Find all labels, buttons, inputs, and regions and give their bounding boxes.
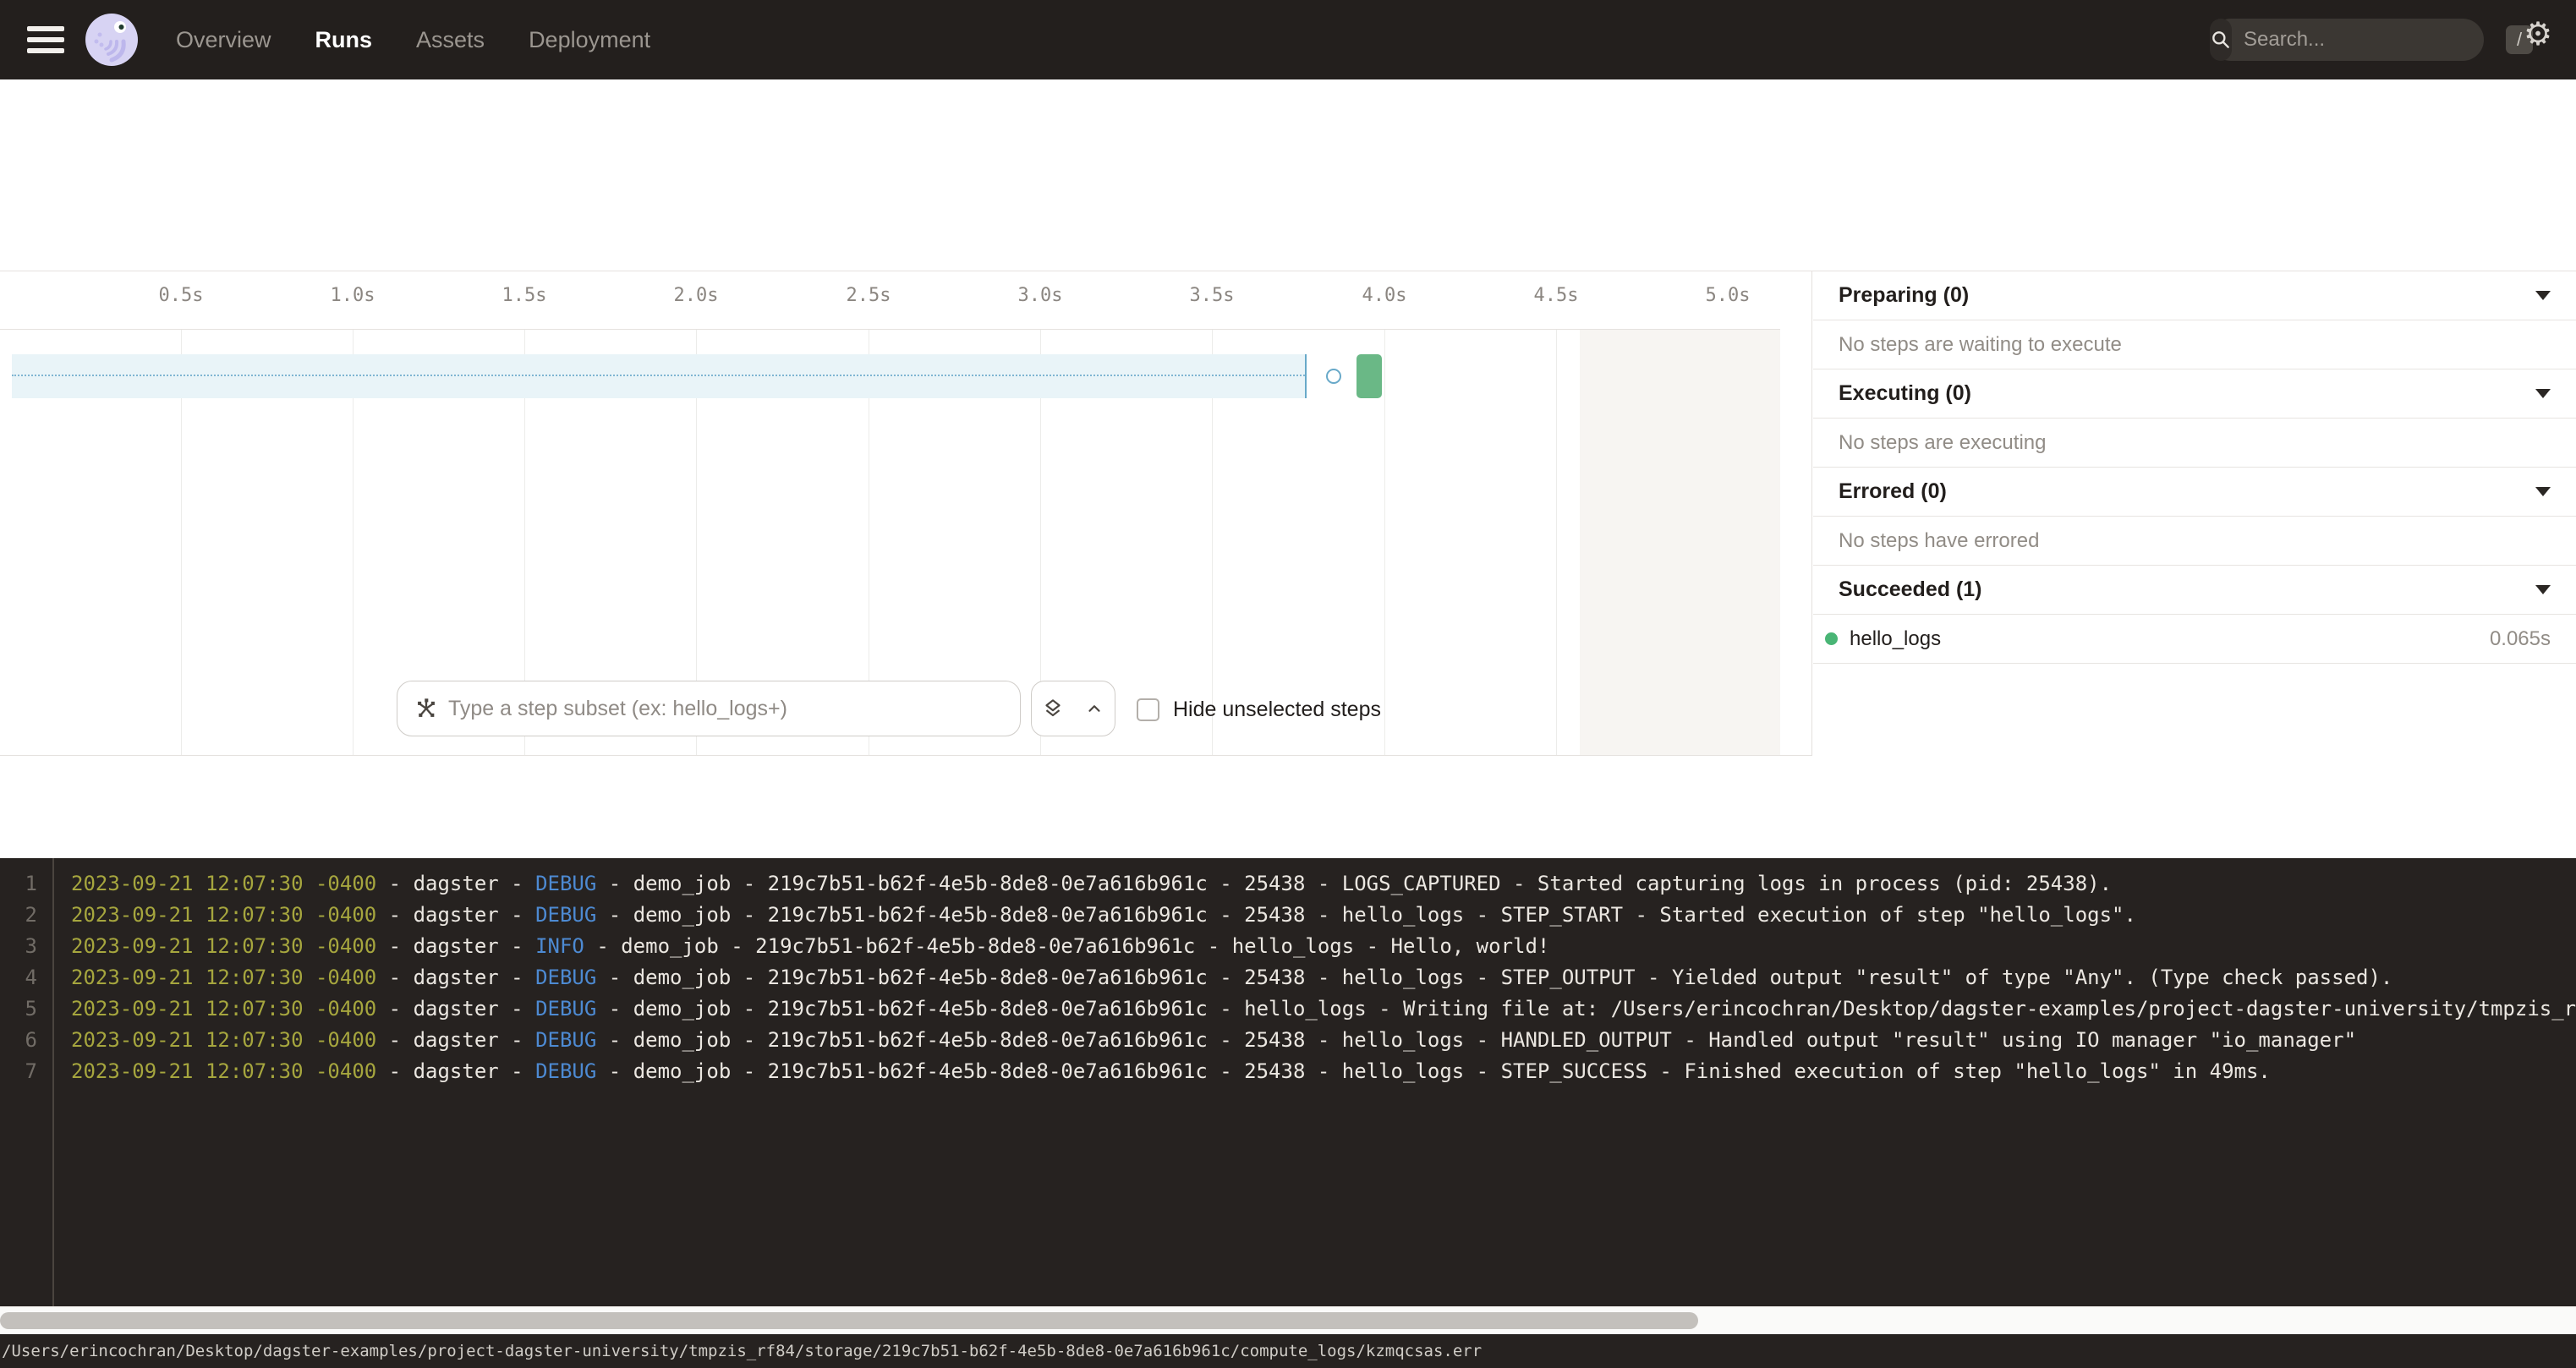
axis-tick: 4.5s (1518, 285, 1594, 306)
axis-tick: 3.5s (1174, 285, 1250, 306)
log-line: 62023-09-21 12:07:30 -0400 - dagster - D… (0, 1025, 2576, 1056)
nav-items: Overview Runs Assets Deployment (176, 27, 650, 53)
section-errored-header[interactable]: Errored (0) (1813, 468, 2576, 517)
top-nav: Overview Runs Assets Deployment / ⚙ (0, 0, 2576, 79)
section-errored-empty: No steps have errored (1813, 517, 2576, 566)
layers-icon (1041, 697, 1065, 720)
log-line: 32023-09-21 12:07:30 -0400 - dagster - I… (0, 931, 2576, 962)
axis-tick: 3.0s (1002, 285, 1078, 306)
axis-tick: 0.5s (143, 285, 219, 306)
succeeded-step-row[interactable]: hello_logs 0.065s (1813, 615, 2576, 664)
step-subset-row: Hide unselected steps (0, 681, 1776, 736)
chevron-down-icon (2535, 487, 2551, 496)
graph-layers-button[interactable] (1032, 681, 1073, 736)
axis-tick: 2.0s (658, 285, 734, 306)
op-selector-icon (414, 697, 438, 720)
step-success-dot (1825, 632, 1838, 645)
log-line: 22023-09-21 12:07:30 -0400 - dagster - D… (0, 900, 2576, 931)
section-executing-empty: No steps are executing (1813, 419, 2576, 468)
nav-item-assets[interactable]: Assets (416, 27, 485, 53)
raw-log-viewer: 12023-09-21 12:07:30 -0400 - dagster - D… (0, 858, 2576, 1306)
section-executing-header[interactable]: Executing (0) (1813, 369, 2576, 419)
dagster-run-page: Overview Runs Assets Deployment / ⚙ 219c… (0, 0, 2576, 1368)
search-box[interactable]: / (2210, 19, 2484, 61)
run-metadata-panel: Preparing (0) No steps are waiting to ex… (1813, 271, 2576, 756)
section-preparing-header[interactable]: Preparing (0) (1813, 271, 2576, 320)
log-toolbar: stdout stderr (0, 756, 2576, 858)
chevron-down-icon (2535, 291, 2551, 300)
log-file-status-bar: /Users/erincochran/Desktop/dagster-examp… (0, 1334, 2576, 1368)
chevron-up-icon (1085, 699, 1104, 718)
hide-unselected-checkbox[interactable] (1137, 698, 1159, 721)
log-line: 72023-09-21 12:07:30 -0400 - dagster - D… (0, 1056, 2576, 1087)
dagster-logo[interactable] (85, 13, 139, 67)
nav-item-overview[interactable]: Overview (176, 27, 271, 53)
horizontal-scrollbar-thumb[interactable] (0, 1312, 1698, 1329)
axis-tick: 4.0s (1346, 285, 1422, 306)
search-input[interactable] (2232, 28, 2506, 52)
dependency-dotted-line (12, 375, 1305, 376)
chevron-down-icon (2535, 585, 2551, 594)
nav-item-deployment[interactable]: Deployment (529, 27, 650, 53)
gantt-chart: 0.5s 1.0s 1.5s 2.0s 2.5s 3.0s 3.5s 4.0s … (0, 271, 1812, 756)
section-preparing-empty: No steps are waiting to execute (1813, 320, 2576, 369)
chevron-down-icon (2535, 389, 2551, 398)
axis-tick: 5.0s (1690, 285, 1766, 306)
gear-icon[interactable]: ⚙ (2524, 19, 2552, 51)
log-line: 42023-09-21 12:07:30 -0400 - dagster - D… (0, 962, 2576, 993)
search-icon (2210, 19, 2232, 61)
step-marker-circle[interactable] (1326, 369, 1341, 384)
graph-query-buttons (1031, 681, 1115, 736)
log-line: 52023-09-21 12:07:30 -0400 - dagster - D… (0, 993, 2576, 1025)
time-axis: 0.5s 1.0s 1.5s 2.0s 2.5s 3.0s 3.5s 4.0s … (0, 271, 1780, 330)
axis-tick: 2.5s (830, 285, 907, 306)
step-waiting-band (12, 354, 1307, 398)
horizontal-scrollbar (0, 1306, 2576, 1334)
menu-icon[interactable] (27, 26, 64, 53)
section-succeeded-header[interactable]: Succeeded (1) (1813, 566, 2576, 615)
log-file-path: /Users/erincochran/Desktop/dagster-examp… (0, 1342, 1482, 1360)
collapse-query-button[interactable] (1073, 681, 1115, 736)
step-bar-hello-logs[interactable] (1357, 354, 1382, 398)
step-subset-input-wrap (397, 681, 1021, 736)
axis-tick: 1.5s (486, 285, 562, 306)
nav-item-runs[interactable]: Runs (315, 27, 373, 53)
step-subset-input[interactable] (448, 697, 1003, 721)
gantt-toolbar: Hide not started steps Re-execute all (*… (0, 191, 2576, 271)
run-header: 219c7b51 Success Run of demo_job @ 4f105… (0, 79, 2576, 191)
axis-tick: 1.0s (315, 285, 391, 306)
log-line: 12023-09-21 12:07:30 -0400 - dagster - D… (0, 868, 2576, 900)
hide-unselected-control: Hide unselected steps (1137, 698, 1381, 722)
